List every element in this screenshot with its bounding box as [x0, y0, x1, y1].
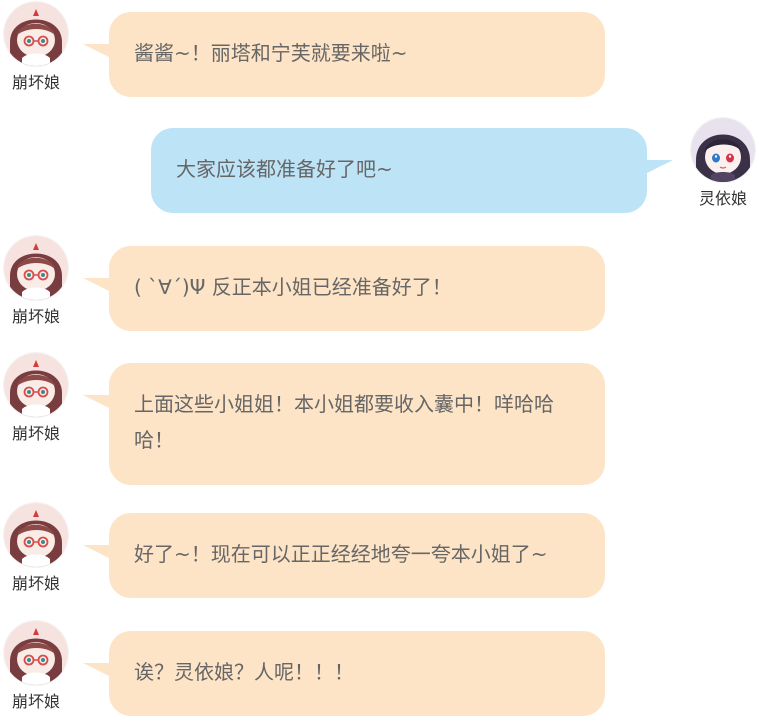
- message-bubble: 大家应该都准备好了吧~: [151, 128, 673, 213]
- bubble-tail: [83, 44, 111, 58]
- bengwainiang-avatar-icon[interactable]: [4, 2, 68, 66]
- sender-name: 崩坏娘: [11, 307, 60, 326]
- sender-name: 灵依娘: [698, 189, 747, 208]
- message-text: 上面这些小姐姐！本小姐都要收入囊中！咩哈哈哈！: [134, 392, 554, 452]
- sender-block: 崩坏娘: [1, 353, 71, 443]
- chat-message: 崩坏娘 ( `∀´)Ψ 反正本小姐已经准备好了！: [0, 236, 759, 341]
- sender-name: 崩坏娘: [11, 424, 60, 443]
- message-text: 大家应该都准备好了吧~: [176, 157, 393, 181]
- message-text: ( `∀´)Ψ 反正本小姐已经准备好了！: [134, 275, 452, 299]
- chat-message: 崩坏娘 诶？灵依娘？人呢！！！: [0, 621, 759, 724]
- chat-message: 大家应该都准备好了吧~ 灵依娘: [0, 118, 759, 223]
- bubble-tail: [83, 545, 111, 559]
- bubble-tail: [83, 278, 111, 292]
- message-text: 酱酱~！丽塔和宁芙就要来啦~: [134, 41, 408, 65]
- message-text: 诶？灵依娘？人呢！！！: [134, 660, 354, 684]
- message-bubble: 好了~！现在可以正正经经地夸一夸本小姐了~: [83, 513, 605, 598]
- chat-thread: 崩坏娘 酱酱~！丽塔和宁芙就要来啦~ 大家应该都准备好了吧~ 灵依娘 崩坏娘 (…: [0, 0, 759, 724]
- chat-message: 崩坏娘 上面这些小姐姐！本小姐都要收入囊中！咩哈哈哈！: [0, 353, 759, 493]
- message-bubble: 酱酱~！丽塔和宁芙就要来啦~: [83, 12, 605, 97]
- bubble-tail: [645, 160, 673, 174]
- bengwainiang-avatar-icon[interactable]: [4, 503, 68, 567]
- bubble-tail: [83, 663, 111, 677]
- lingyiniang-avatar-icon[interactable]: [691, 118, 755, 182]
- bubble-tail: [83, 395, 111, 409]
- message-bubble: 上面这些小姐姐！本小姐都要收入囊中！咩哈哈哈！: [83, 363, 605, 485]
- message-bubble: ( `∀´)Ψ 反正本小姐已经准备好了！: [83, 246, 605, 331]
- chat-message: 崩坏娘 好了~！现在可以正正经经地夸一夸本小姐了~: [0, 503, 759, 608]
- sender-block: 崩坏娘: [1, 621, 71, 711]
- message-bubble: 诶？灵依娘？人呢！！！: [83, 631, 605, 716]
- chat-message: 崩坏娘 酱酱~！丽塔和宁芙就要来啦~: [0, 2, 759, 107]
- sender-block: 崩坏娘: [1, 503, 71, 593]
- sender-name: 崩坏娘: [11, 574, 60, 593]
- message-text: 好了~！现在可以正正经经地夸一夸本小姐了~: [134, 542, 548, 566]
- sender-block: 崩坏娘: [1, 2, 71, 92]
- bengwainiang-avatar-icon[interactable]: [4, 236, 68, 300]
- bengwainiang-avatar-icon[interactable]: [4, 353, 68, 417]
- bengwainiang-avatar-icon[interactable]: [4, 621, 68, 685]
- sender-name: 崩坏娘: [11, 73, 60, 92]
- sender-block: 崩坏娘: [1, 236, 71, 326]
- sender-block: 灵依娘: [688, 118, 758, 208]
- sender-name: 崩坏娘: [11, 692, 60, 711]
